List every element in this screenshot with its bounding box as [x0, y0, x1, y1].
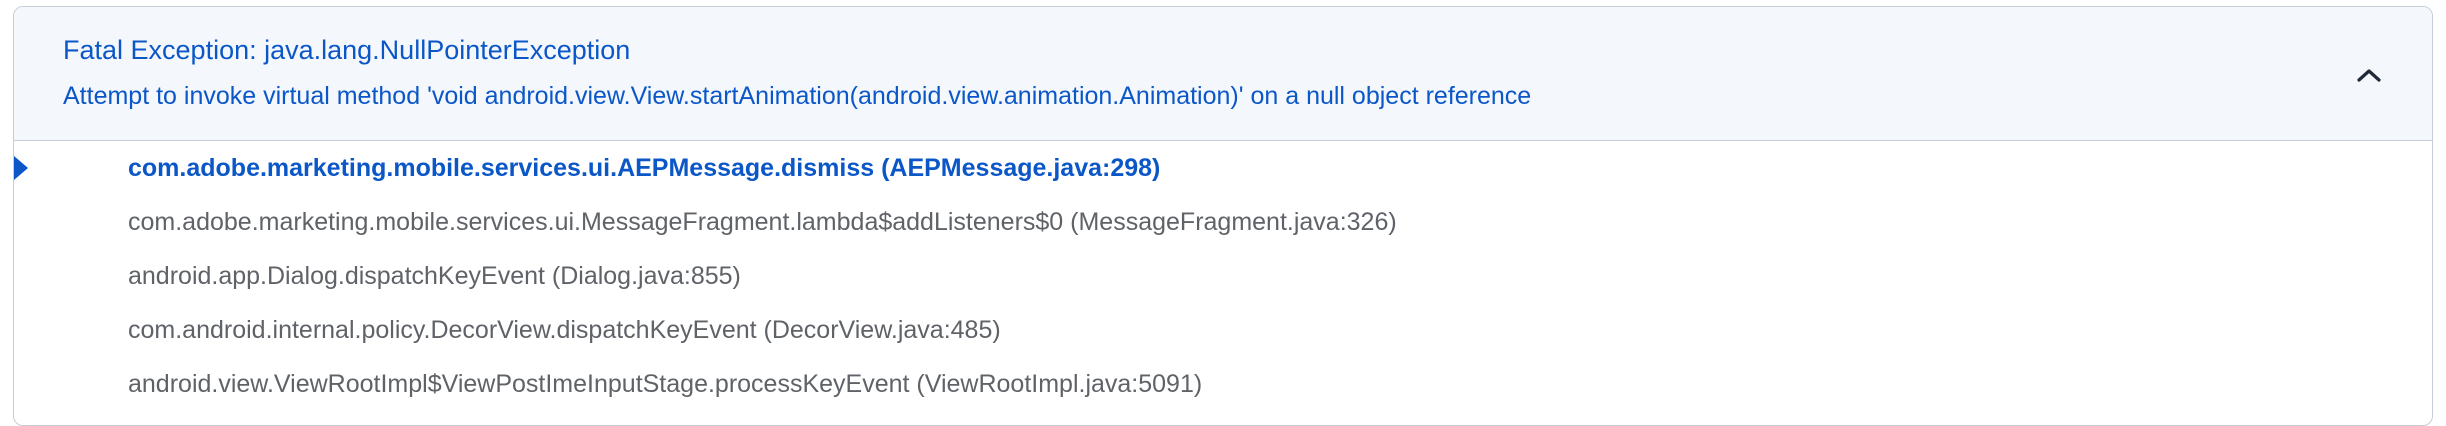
- stack-frame[interactable]: com.adobe.marketing.mobile.services.ui.M…: [14, 195, 2432, 249]
- stack-frame-text: com.adobe.marketing.mobile.services.ui.A…: [128, 154, 1161, 182]
- stack-frame[interactable]: android.view.ViewRootImpl$ViewPostImeInp…: [14, 357, 2432, 411]
- exception-panel: Fatal Exception: java.lang.NullPointerEx…: [13, 6, 2433, 426]
- stack-trace: com.adobe.marketing.mobile.services.ui.A…: [14, 141, 2432, 411]
- collapse-button[interactable]: [2354, 63, 2384, 87]
- stack-frame-text: com.adobe.marketing.mobile.services.ui.M…: [128, 208, 1397, 236]
- stack-frame-text: android.app.Dialog.dispatchKeyEvent (Dia…: [128, 262, 741, 290]
- chevron-up-icon: [2357, 69, 2381, 82]
- exception-message: Attempt to invoke virtual method 'void a…: [63, 82, 1532, 110]
- stack-frame-text: android.view.ViewRootImpl$ViewPostImeInp…: [128, 370, 1203, 398]
- stack-frame[interactable]: android.app.Dialog.dispatchKeyEvent (Dia…: [14, 249, 2432, 303]
- stack-frame[interactable]: com.android.internal.policy.DecorView.di…: [14, 303, 2432, 357]
- stack-frame-text: com.android.internal.policy.DecorView.di…: [128, 316, 1001, 344]
- exception-header[interactable]: Fatal Exception: java.lang.NullPointerEx…: [14, 7, 2432, 141]
- stack-frame-active[interactable]: com.adobe.marketing.mobile.services.ui.A…: [14, 141, 2432, 195]
- current-frame-marker-icon: [14, 156, 28, 180]
- exception-title: Fatal Exception: java.lang.NullPointerEx…: [63, 35, 631, 65]
